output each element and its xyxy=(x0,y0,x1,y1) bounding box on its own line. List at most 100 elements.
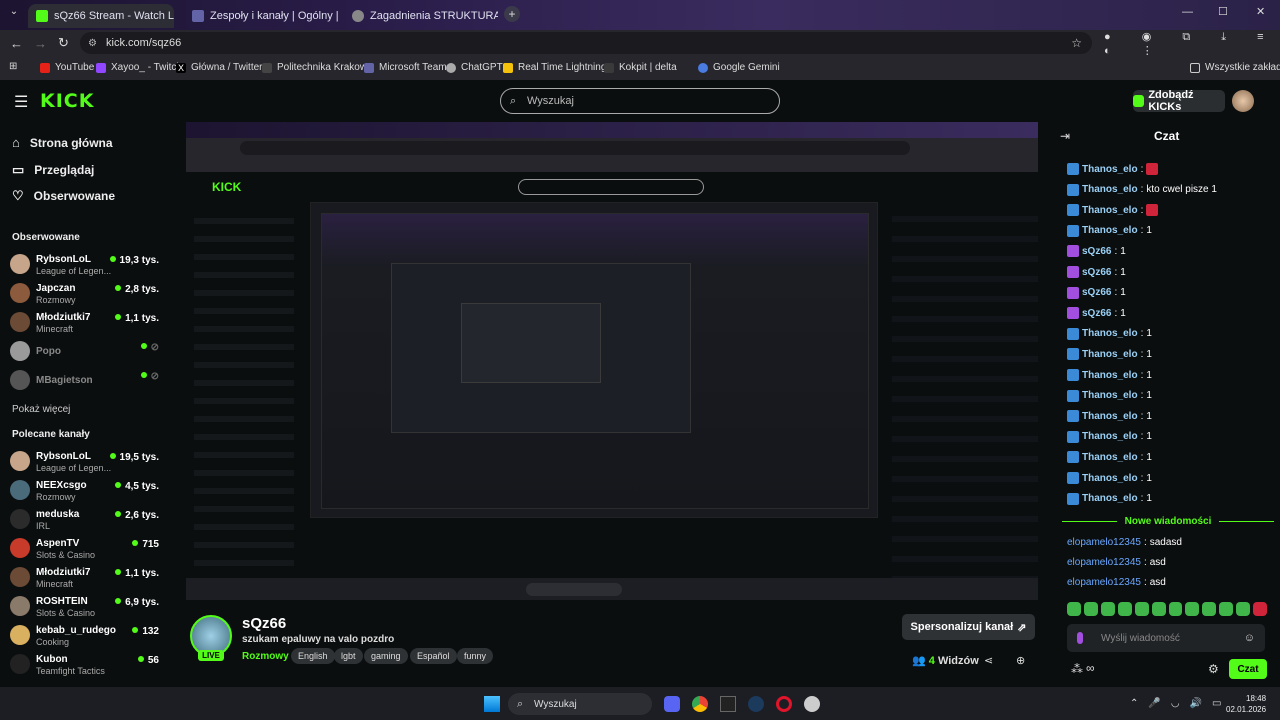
discord-icon[interactable] xyxy=(664,696,680,712)
chat-username[interactable]: sQz66 xyxy=(1082,246,1111,257)
apps-icon[interactable]: ⊞ xyxy=(9,61,17,72)
extension-icons[interactable]: ● ◉ ⧉ ⤓ ≡ ◐ ⋮ xyxy=(1104,30,1280,57)
taskbar-clock[interactable]: 18:48 02.01.2026 xyxy=(1226,693,1266,715)
follow-icon[interactable]: ⊕ xyxy=(1016,654,1025,667)
emote-icon[interactable] xyxy=(1236,602,1251,616)
chat-username[interactable]: Thanos_elo xyxy=(1082,328,1138,339)
bookmark-twitch[interactable]: Xayoo_ - Twitch xyxy=(96,62,182,73)
sidebar-channel[interactable]: NEEXcsgo Rozmowy 4,5 tys. xyxy=(10,478,165,504)
chat-username[interactable]: Thanos_elo xyxy=(1082,452,1138,463)
tab-zagadnienia[interactable]: Zagadnienia STRUKTURALNE✕ xyxy=(344,4,498,28)
steam-icon[interactable] xyxy=(748,696,764,712)
chat-username[interactable]: Thanos_elo xyxy=(1082,473,1138,484)
emote-icon[interactable] xyxy=(1219,602,1234,616)
emote-icon[interactable] xyxy=(1100,602,1115,616)
emote-icon[interactable] xyxy=(1202,602,1217,616)
tab-teams[interactable]: Zespoły i kanały | Ogólny | Mic✕ xyxy=(184,4,340,28)
sidebar-channel[interactable]: Młodziutki7 Minecraft 1,1 tys. xyxy=(10,565,165,591)
chat-username[interactable]: elopamelo12345 xyxy=(1067,577,1141,588)
minimize-icon[interactable]: — xyxy=(1182,6,1193,18)
points-icon[interactable]: ⁂ xyxy=(1071,662,1083,676)
chat-username[interactable]: Thanos_elo xyxy=(1082,390,1138,401)
chrome-icon[interactable] xyxy=(692,696,708,712)
sidebar-channel[interactable]: Kubon Teamfight Tactics 56 xyxy=(10,652,165,678)
nav-following[interactable]: ♡ Obserwowane xyxy=(12,188,115,204)
emote-icon[interactable] xyxy=(1134,602,1149,616)
chat-username[interactable]: Thanos_elo xyxy=(1082,225,1138,236)
tab-kick[interactable]: sQz66 Stream - Watch Live on K✕ xyxy=(28,4,174,28)
sidebar-channel[interactable]: Młodziutki7 Minecraft 1,1 tys. xyxy=(10,310,165,336)
sidebar-channel[interactable]: MBagietson ⊘ xyxy=(10,368,165,394)
sidebar-channel[interactable]: ROSHTEIN Slots & Casino 6,9 tys. xyxy=(10,594,165,620)
chat-username[interactable]: elopamelo12345 xyxy=(1067,557,1141,568)
settings-icon[interactable]: ⚙ xyxy=(1208,662,1219,676)
chat-username[interactable]: Thanos_elo xyxy=(1082,411,1138,422)
maximize-icon[interactable]: ☐ xyxy=(1218,5,1228,18)
emote-icon[interactable] xyxy=(1185,602,1200,616)
search-input[interactable]: ⌕ Wyszukaj xyxy=(500,88,780,114)
kick-logo[interactable]: KICK xyxy=(40,90,94,112)
tag-english[interactable]: English xyxy=(291,648,335,664)
app-icon[interactable] xyxy=(804,696,820,712)
tab-search-icon[interactable]: ⌄ xyxy=(6,6,22,22)
bookmark-star-icon[interactable]: ☆ xyxy=(1071,36,1082,50)
stream-category[interactable]: Rozmowy xyxy=(242,651,289,662)
send-chat-button[interactable]: Czat xyxy=(1229,659,1267,679)
streamer-name[interactable]: sQz66 xyxy=(242,615,286,632)
tag-espanol[interactable]: Español xyxy=(410,648,457,664)
new-tab-icon[interactable]: + xyxy=(504,6,520,22)
bookmark-lightning[interactable]: Real Time Lightning... xyxy=(503,62,615,73)
emote-icon[interactable] xyxy=(1253,602,1268,616)
nav-home[interactable]: ⌂ Strona główna xyxy=(12,135,113,150)
show-more-link[interactable]: Pokaż więcej xyxy=(12,404,70,415)
windows-start-icon[interactable] xyxy=(484,696,500,712)
chat-username[interactable]: Thanos_elo xyxy=(1082,493,1138,504)
emote-icon[interactable] xyxy=(1117,602,1132,616)
chat-username[interactable]: sQz66 xyxy=(1082,308,1111,319)
chat-input[interactable]: Wyślij wiadomość ☺ xyxy=(1067,624,1265,652)
site-info-icon[interactable]: ⚙ xyxy=(88,38,97,49)
sidebar-channel[interactable]: Japczan Rozmowy 2,8 tys. xyxy=(10,281,165,307)
bookmark-politechnika[interactable]: Politechnika Krakow... xyxy=(262,62,375,73)
share-icon[interactable]: ⋖ xyxy=(984,654,993,667)
user-avatar[interactable] xyxy=(1232,90,1254,112)
forward-icon[interactable]: → xyxy=(34,36,47,51)
emote-icon[interactable] xyxy=(1067,602,1081,616)
get-kicks-button[interactable]: Zdobądź KICKs xyxy=(1133,89,1225,113)
chat-username[interactable]: Thanos_elo xyxy=(1082,349,1138,360)
chat-username[interactable]: Thanos_elo xyxy=(1082,164,1138,175)
collapse-chat-icon[interactable]: ⇥ xyxy=(1060,129,1070,143)
nav-browse[interactable]: ▭ Przeglądaj xyxy=(12,162,94,178)
reload-icon[interactable]: ↻ xyxy=(58,35,69,51)
chat-username[interactable]: Thanos_elo xyxy=(1082,184,1138,195)
tag-funny[interactable]: funny xyxy=(457,648,494,664)
bookmark-kokpit[interactable]: Kokpit | delta xyxy=(604,62,677,73)
bookmark-twitter[interactable]: X Główna / Twitter xyxy=(176,62,263,73)
chat-username[interactable]: Thanos_elo xyxy=(1082,205,1138,216)
menu-icon[interactable]: ☰ xyxy=(14,92,28,112)
emote-icon[interactable] xyxy=(1083,602,1098,616)
chat-username[interactable]: Thanos_elo xyxy=(1082,431,1138,442)
sidebar-channel[interactable]: RybsonLoL League of Legen... 19,5 tys. xyxy=(10,449,165,475)
bookmark-gemini[interactable]: Google Gemini xyxy=(698,62,780,73)
bookmark-teams[interactable]: Microsoft Teams xyxy=(364,62,452,73)
tag-gaming[interactable]: gaming xyxy=(364,648,408,664)
back-icon[interactable]: ← xyxy=(10,36,23,51)
chat-username[interactable]: sQz66 xyxy=(1082,287,1111,298)
sidebar-channel[interactable]: AspenTV Slots & Casino 715 xyxy=(10,536,165,562)
sidebar-channel[interactable]: RybsonLoL League of Legen... 19,3 tys. xyxy=(10,252,165,278)
stream-video[interactable]: KICK xyxy=(186,122,1038,600)
tag-lgbt[interactable]: lgbt xyxy=(334,648,363,664)
bookmark-youtube[interactable]: YouTube xyxy=(40,62,94,73)
emote-icon[interactable] xyxy=(1168,602,1183,616)
bookmark-chatgpt[interactable]: ChatGPT xyxy=(446,62,503,73)
all-bookmarks[interactable]: Wszystkie zakładki xyxy=(1190,62,1280,73)
tray-icons[interactable]: ⌃🎤◡🔊▭ xyxy=(1130,698,1231,709)
taskbar-search[interactable]: ⌕ Wyszukaj xyxy=(508,693,652,715)
epic-icon[interactable] xyxy=(720,696,736,712)
emoji-icon[interactable]: ☺ xyxy=(1244,632,1255,644)
customize-channel-button[interactable]: Spersonalizuj kanał ⇗ xyxy=(902,614,1035,640)
chat-username[interactable]: elopamelo12345 xyxy=(1067,537,1141,548)
sidebar-channel[interactable]: meduska IRL 2,6 tys. xyxy=(10,507,165,533)
chat-username[interactable]: Thanos_elo xyxy=(1082,370,1138,381)
